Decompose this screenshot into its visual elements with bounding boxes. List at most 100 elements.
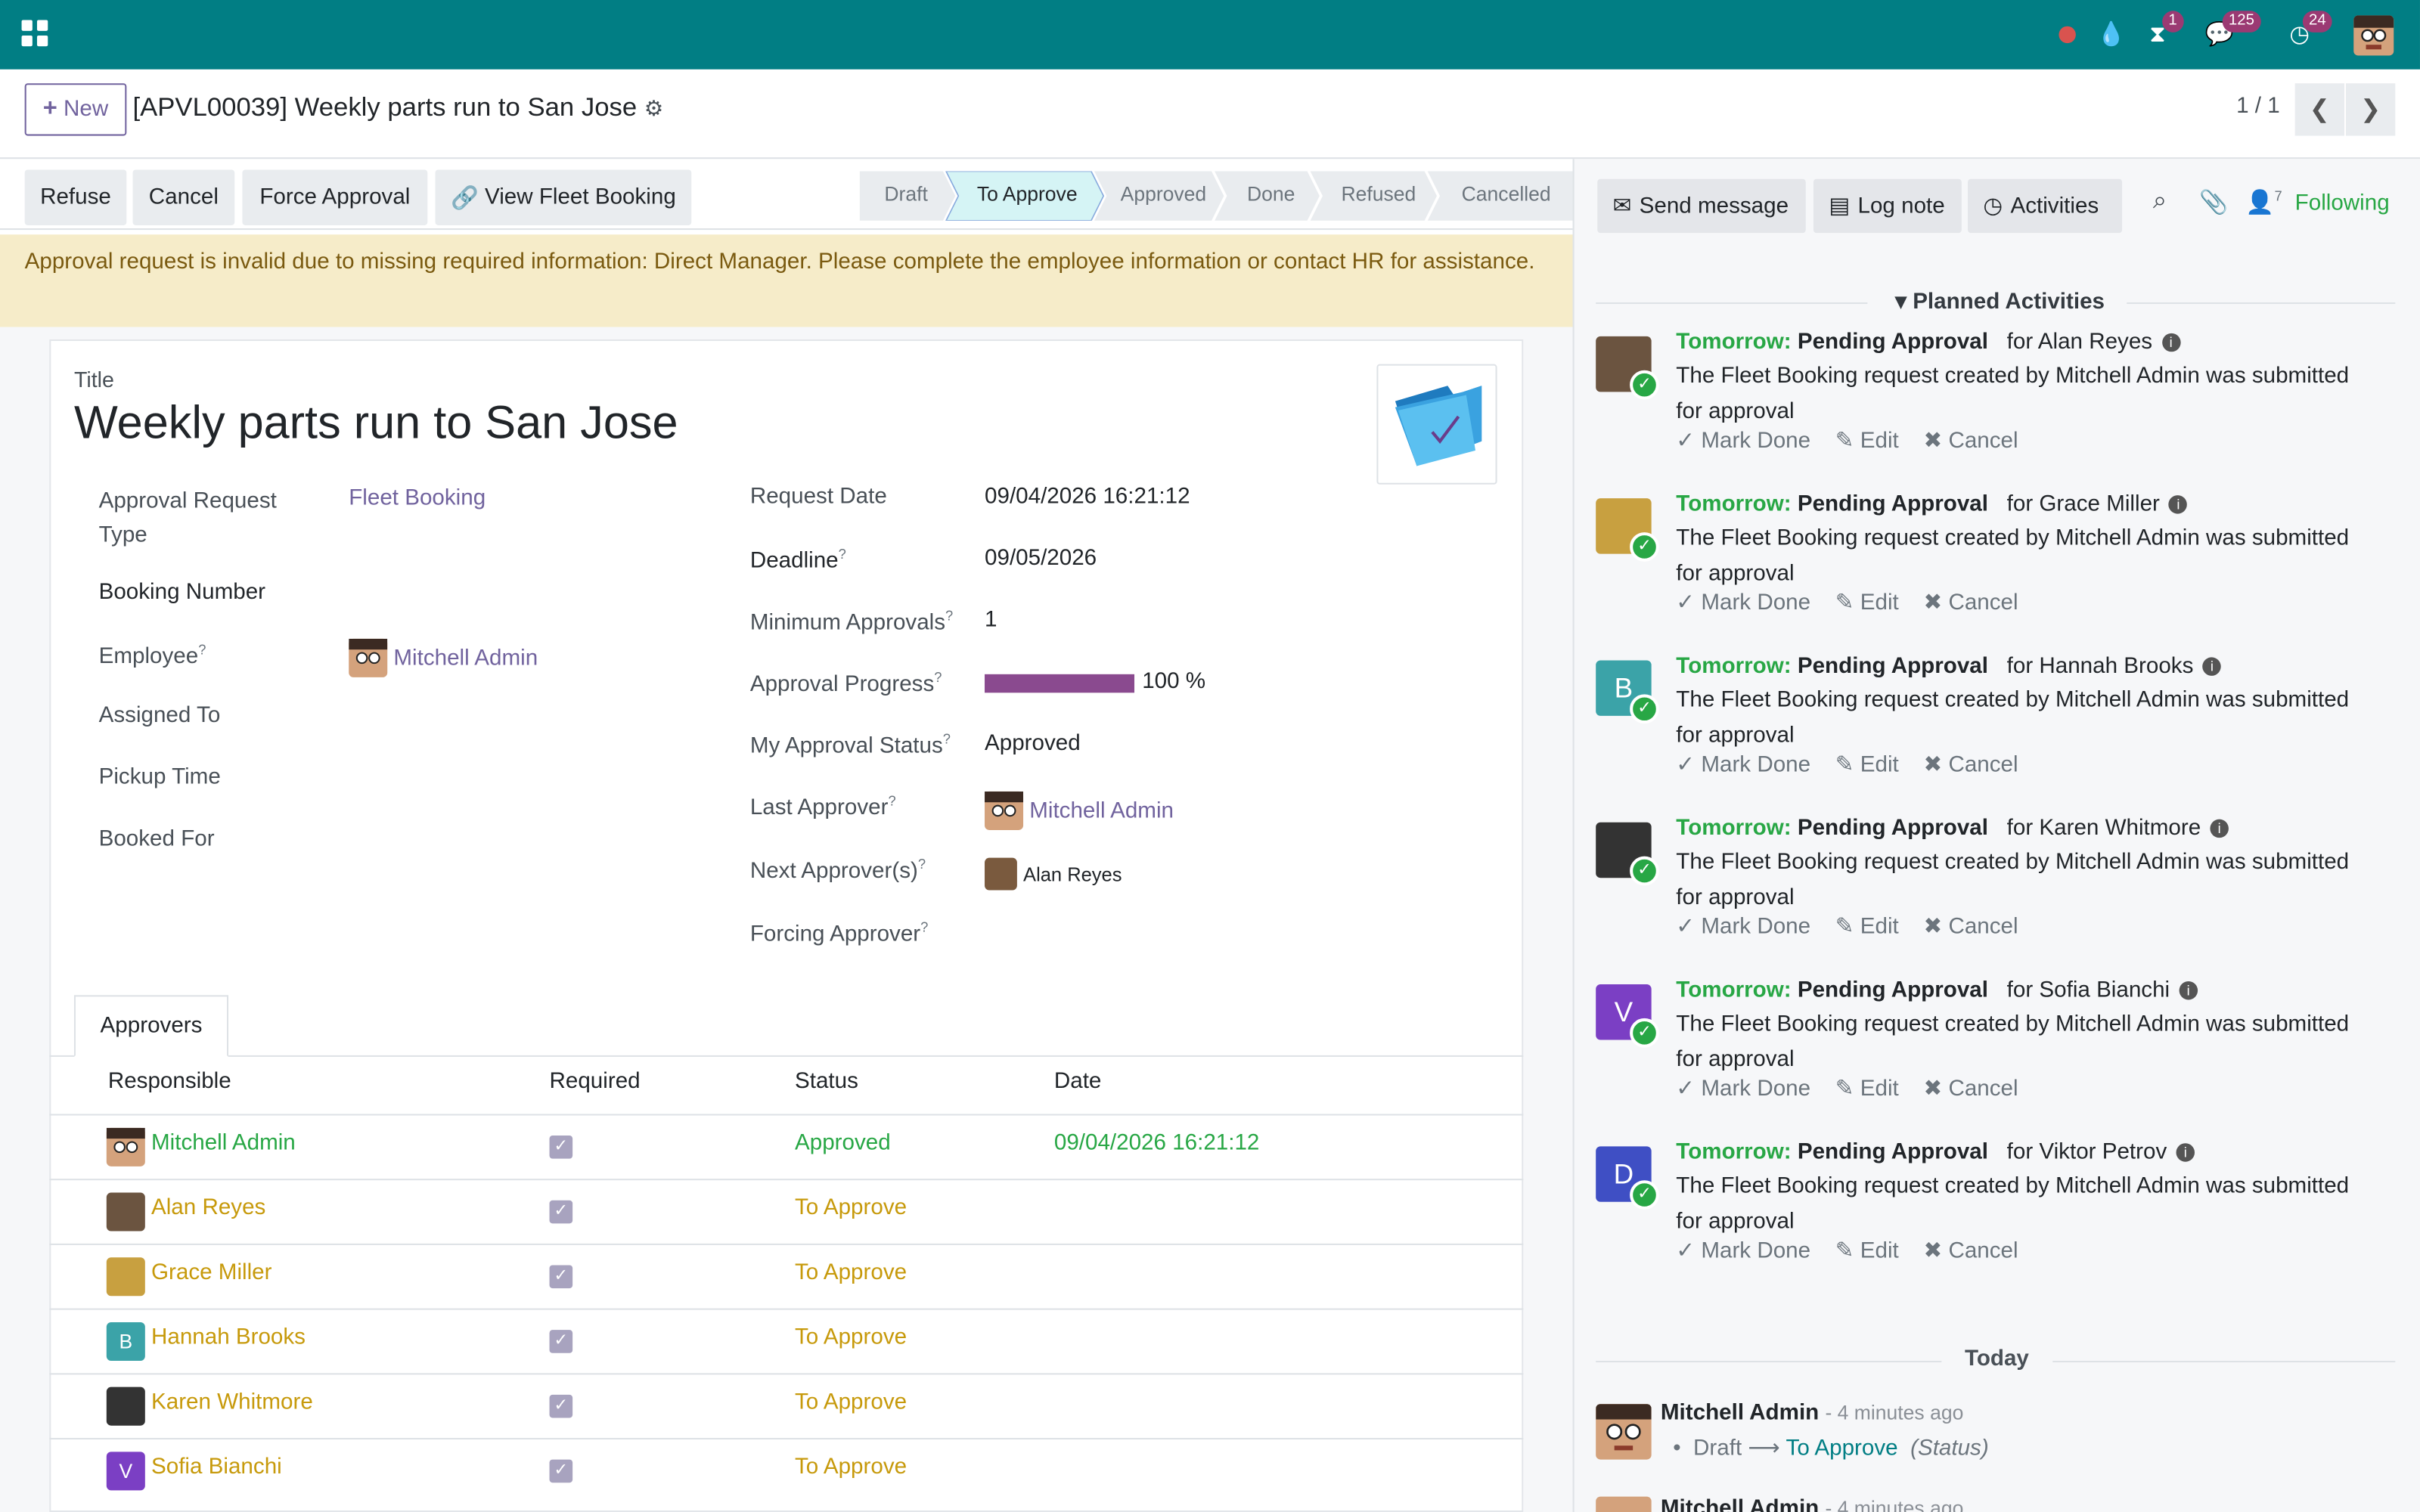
info-icon[interactable]: i	[2202, 657, 2222, 676]
info-icon[interactable]: i	[2179, 981, 2198, 1000]
minimum-approvals-value[interactable]: 1	[985, 608, 997, 633]
cancel-activity-button[interactable]: ✖ Cancel	[1923, 915, 2018, 940]
edit-button[interactable]: ✎ Edit	[1835, 591, 1899, 616]
approval-type-value[interactable]: Fleet Booking	[349, 486, 486, 511]
stage-draft[interactable]: Draft	[884, 182, 927, 206]
info-icon[interactable]: i	[2210, 819, 2229, 838]
activity-desc-2: for approval	[1676, 1047, 1795, 1073]
avatar	[349, 638, 388, 677]
table-row[interactable]: B Hannah Brooks ✓ To Approve	[49, 1308, 1524, 1374]
new-button[interactable]: + New	[24, 83, 127, 136]
stage-cancelled[interactable]: Cancelled	[1462, 182, 1551, 206]
employee-name: Mitchell Admin	[393, 646, 538, 671]
cancel-activity-button[interactable]: ✖ Cancel	[1923, 753, 2018, 778]
row-status: To Approve	[795, 1260, 908, 1285]
required-checkbox[interactable]: ✓	[549, 1265, 573, 1289]
column-responsible[interactable]: Responsible	[108, 1069, 231, 1094]
activity-due: Tomorrow:	[1676, 492, 1792, 517]
column-status[interactable]: Status	[795, 1069, 858, 1094]
required-checkbox[interactable]: ✓	[549, 1459, 573, 1483]
edit-button[interactable]: ✎ Edit	[1835, 1077, 1899, 1101]
column-required[interactable]: Required	[550, 1069, 641, 1094]
last-approver-value[interactable]: Mitchell Admin	[985, 791, 1174, 830]
send-message-button[interactable]: ✉ Send message	[1597, 178, 1806, 234]
info-icon[interactable]: i	[2176, 1143, 2195, 1162]
table-row[interactable]: Karen Whitmore ✓ To Approve	[49, 1373, 1524, 1438]
required-checkbox[interactable]: ✓	[549, 1330, 573, 1353]
employee-value[interactable]: Mitchell Admin	[349, 638, 538, 677]
followers-icon[interactable]: 👤7	[2245, 188, 2282, 216]
activity-due: Tomorrow:	[1676, 654, 1792, 679]
mark-done-button[interactable]: ✓ Mark Done	[1676, 591, 1810, 616]
edit-button[interactable]: ✎ Edit	[1835, 915, 1899, 940]
table-row[interactable]: V Sofia Bianchi ✓ To Approve	[49, 1438, 1524, 1503]
row-responsible: Karen Whitmore	[150, 1390, 313, 1415]
record-image[interactable]	[1376, 364, 1497, 485]
user-avatar[interactable]	[2353, 15, 2394, 56]
droplet-icon[interactable]: 💧	[2097, 14, 2126, 54]
planned-activities-toggle[interactable]: ▾ Planned Activities	[1895, 290, 2105, 315]
avatar	[106, 1192, 145, 1232]
cancel-activity-button[interactable]: ✖ Cancel	[1923, 591, 2018, 616]
stage-approved[interactable]: Approved	[1121, 182, 1207, 206]
stage-done[interactable]: Done	[1247, 182, 1295, 206]
messages-icon[interactable]: 💬 125	[2204, 11, 2261, 54]
cancel-activity-button[interactable]: ✖ Cancel	[1923, 1239, 2018, 1264]
activity-clock-icon[interactable]: ◷ 24	[2284, 11, 2332, 54]
activities-button[interactable]: ◷ Activities	[1968, 178, 2123, 234]
stage-to-approve[interactable]: To Approve	[977, 182, 1078, 206]
table-row[interactable]: Mitchell Admin ✓ Approved 09/04/2026 16:…	[49, 1114, 1524, 1179]
request-date-value[interactable]: 09/04/2026 16:21:12	[985, 485, 1190, 510]
mark-done-button[interactable]: ✓ Mark Done	[1676, 1077, 1810, 1101]
pager-value[interactable]: 1 / 1	[2236, 94, 2280, 119]
activity-type: Pending Approval	[1797, 816, 1988, 841]
cancel-activity-button[interactable]: ✖ Cancel	[1923, 429, 2018, 454]
record-indicator-icon[interactable]	[2055, 14, 2077, 54]
search-icon[interactable]: ⌕	[2153, 188, 2167, 216]
table-row[interactable]: Alan Reyes ✓ To Approve	[49, 1179, 1524, 1244]
deadline-value[interactable]: 09/05/2026	[985, 546, 1097, 571]
refuse-button[interactable]: Refuse	[24, 169, 127, 225]
edit-button[interactable]: ✎ Edit	[1835, 753, 1899, 778]
timer-icon[interactable]: ⧗ 1	[2144, 11, 2183, 54]
info-icon[interactable]: i	[2161, 333, 2180, 352]
gear-icon[interactable]: ⚙	[644, 96, 664, 121]
message-header: Mitchell Admin - 4 minutes ago	[1661, 1401, 1963, 1426]
activity-desc-2: for approval	[1676, 1209, 1795, 1235]
arrow-right-icon: ⟶	[1748, 1436, 1780, 1461]
breadcrumb-title: [APVL00039] Weekly parts run to San Jose…	[133, 92, 664, 123]
pager-prev-button[interactable]: ❮	[2294, 83, 2344, 136]
next-approver-tag[interactable]: Alan Reyes	[985, 857, 1122, 891]
row-status: To Approve	[795, 1390, 908, 1415]
cancel-activity-button[interactable]: ✖ Cancel	[1923, 1077, 2018, 1101]
activity-description: The Fleet Booking request created by Mit…	[1676, 1170, 2394, 1241]
app-menu-icon[interactable]	[21, 20, 48, 47]
view-fleet-booking-button[interactable]: 🔗 View Fleet Booking	[435, 169, 692, 225]
column-date[interactable]: Date	[1054, 1069, 1102, 1094]
force-approval-button[interactable]: Force Approval	[242, 169, 428, 225]
edit-button[interactable]: ✎ Edit	[1835, 429, 1899, 454]
message-author[interactable]: Mitchell Admin	[1661, 1497, 1819, 1512]
mark-done-button[interactable]: ✓ Mark Done	[1676, 915, 1810, 940]
required-checkbox[interactable]: ✓	[549, 1200, 573, 1224]
required-checkbox[interactable]: ✓	[549, 1136, 573, 1159]
following-button[interactable]: Following	[2295, 191, 2390, 216]
activity-type: Pending Approval	[1797, 330, 1988, 355]
log-note-button[interactable]: ▤ Log note	[1813, 178, 1962, 234]
pager-next-button[interactable]: ❯	[2346, 83, 2396, 136]
info-icon[interactable]: i	[2169, 495, 2188, 514]
mark-done-button[interactable]: ✓ Mark Done	[1676, 1239, 1810, 1264]
activity-desc-1: The Fleet Booking request created by Mit…	[1676, 364, 2350, 389]
required-checkbox[interactable]: ✓	[549, 1394, 573, 1418]
paperclip-icon[interactable]: 📎	[2199, 188, 2228, 216]
title-field[interactable]: Weekly parts run to San Jose	[74, 398, 678, 451]
edit-button[interactable]: ✎ Edit	[1835, 1239, 1899, 1264]
message-author[interactable]: Mitchell Admin	[1661, 1401, 1819, 1426]
stage-refused[interactable]: Refused	[1341, 182, 1416, 206]
table-row[interactable]: Grace Miller ✓ To Approve	[49, 1243, 1524, 1309]
avatar: B	[106, 1321, 145, 1361]
mark-done-button[interactable]: ✓ Mark Done	[1676, 753, 1810, 778]
cancel-button[interactable]: Cancel	[132, 169, 235, 225]
tab-approvers[interactable]: Approvers	[73, 995, 229, 1057]
mark-done-button[interactable]: ✓ Mark Done	[1676, 429, 1810, 454]
